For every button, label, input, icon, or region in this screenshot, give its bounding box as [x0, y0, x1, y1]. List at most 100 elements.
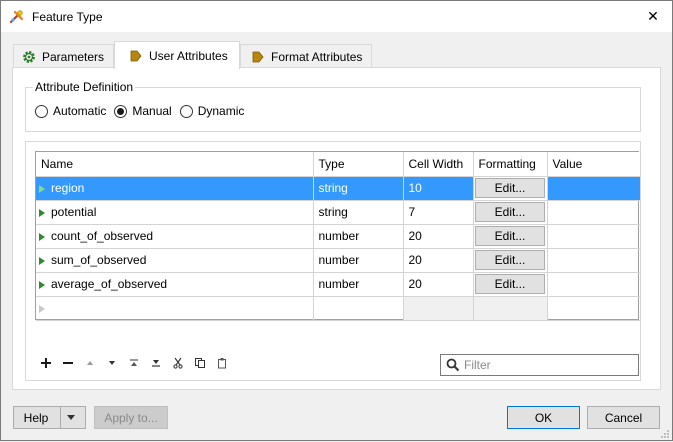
tab-format-attributes[interactable]: Format Attributes — [240, 44, 372, 68]
move-bottom-button[interactable] — [145, 354, 167, 372]
name-cell[interactable]: sum_of_observed — [36, 248, 314, 273]
name-cell[interactable]: potential — [36, 200, 314, 225]
tag-icon — [251, 50, 265, 64]
apply-to-button[interactable]: Apply to... — [94, 406, 168, 429]
value-cell[interactable] — [547, 176, 641, 201]
cut-button[interactable] — [167, 354, 189, 372]
formatting-cell: Edit... — [473, 272, 548, 297]
paste-icon — [218, 358, 226, 369]
table-row[interactable]: potential string 7 Edit... — [36, 200, 641, 225]
column-header-cell-width[interactable]: Cell Width — [403, 152, 474, 177]
radio-manual[interactable]: Manual — [114, 104, 172, 118]
radio-automatic[interactable]: Automatic — [35, 104, 106, 118]
cell-width-cell[interactable]: 20 — [403, 248, 474, 273]
window-title: Feature Type — [32, 10, 103, 24]
filter-box — [440, 354, 639, 376]
resize-grip-icon[interactable] — [660, 428, 670, 438]
row-marker-icon — [39, 184, 45, 193]
value-cell[interactable] — [547, 200, 641, 225]
radio-circle — [179, 104, 193, 118]
tab-label: User Attributes — [149, 48, 228, 63]
feature-type-app-icon — [9, 9, 25, 25]
formatting-cell: Edit... — [473, 200, 548, 225]
paste-button[interactable] — [211, 354, 233, 372]
table-row[interactable]: region string 10 Edit... — [36, 176, 641, 201]
type-cell[interactable]: number — [313, 224, 404, 249]
value-cell[interactable] — [547, 272, 641, 297]
radio-label: Dynamic — [197, 104, 245, 118]
add-row-button[interactable] — [35, 354, 57, 372]
type-cell[interactable] — [313, 296, 404, 321]
add-icon — [41, 358, 51, 368]
tab-label: Parameters — [42, 49, 105, 64]
name-cell[interactable]: average_of_observed — [36, 272, 314, 297]
remove-row-button[interactable] — [57, 354, 79, 372]
move-down-icon — [109, 361, 115, 365]
value-cell[interactable] — [547, 224, 641, 249]
title-bar: Feature Type ✕ — [1, 1, 672, 32]
tag-icon — [129, 49, 143, 63]
table-row[interactable]: average_of_observed number 20 Edit... — [36, 272, 641, 297]
type-cell[interactable]: number — [313, 248, 404, 273]
copy-button[interactable] — [189, 354, 211, 372]
close-button[interactable]: ✕ — [634, 1, 672, 32]
type-cell[interactable]: number — [313, 272, 404, 297]
radio-label: Automatic — [53, 104, 107, 118]
feature-type-dialog: Feature Type ✕ Parameters User Attribute… — [0, 0, 673, 441]
move-down-button[interactable] — [101, 354, 123, 372]
tab-parameters[interactable]: Parameters — [13, 44, 114, 68]
attributes-grid: Name Type Cell Width Formatting Value re… — [35, 151, 641, 321]
radio-circle-checked — [114, 104, 128, 118]
gear-icon — [22, 50, 36, 64]
value-cell[interactable] — [547, 248, 641, 273]
formatting-cell: Edit... — [473, 176, 548, 201]
name-cell[interactable] — [36, 296, 314, 321]
cell-width-cell[interactable]: 20 — [403, 272, 474, 297]
value-cell[interactable] — [547, 296, 641, 321]
tab-user-attributes[interactable]: User Attributes — [114, 41, 240, 69]
table-row[interactable]: count_of_observed number 20 Edit... — [36, 224, 641, 249]
table-row[interactable]: sum_of_observed number 20 Edit... — [36, 248, 641, 273]
ok-button[interactable]: OK — [507, 406, 580, 429]
edit-formatting-button[interactable]: Edit... — [475, 226, 545, 246]
help-label: Help — [23, 410, 49, 425]
tab-label: Format Attributes — [271, 49, 363, 64]
filter-input[interactable] — [460, 356, 630, 374]
copy-icon — [195, 358, 205, 368]
cancel-button[interactable]: Cancel — [587, 406, 660, 429]
formatting-cell: Edit... — [473, 224, 548, 249]
cell-width-cell — [403, 296, 474, 321]
edit-formatting-button[interactable]: Edit... — [475, 178, 545, 198]
formatting-cell — [473, 296, 548, 321]
cell-width-cell[interactable]: 20 — [403, 224, 474, 249]
name-cell[interactable]: count_of_observed — [36, 224, 314, 249]
move-up-button[interactable] — [79, 354, 101, 372]
cell-width-cell[interactable]: 7 — [403, 200, 474, 225]
row-marker-icon — [39, 256, 45, 265]
edit-formatting-button[interactable]: Edit... — [475, 202, 545, 222]
search-icon — [446, 358, 460, 372]
name-cell[interactable]: region — [36, 176, 314, 201]
new-row[interactable] — [36, 296, 641, 321]
help-button[interactable]: Help — [13, 406, 86, 429]
move-top-button[interactable] — [123, 354, 145, 372]
radio-dynamic[interactable]: Dynamic — [179, 104, 245, 118]
column-header-type[interactable]: Type — [313, 152, 404, 177]
grid-header-row: Name Type Cell Width Formatting Value — [36, 152, 641, 177]
cell-width-cell[interactable]: 10 — [403, 176, 474, 201]
attributes-table-area: Name Type Cell Width Formatting Value re… — [25, 141, 641, 381]
radio-circle — [35, 104, 48, 118]
edit-formatting-button[interactable]: Edit... — [475, 274, 545, 294]
move-bottom-icon — [152, 360, 160, 367]
type-cell[interactable]: string — [313, 176, 404, 201]
edit-formatting-button[interactable]: Edit... — [475, 250, 545, 270]
new-row-marker-icon — [39, 304, 45, 313]
column-header-value[interactable]: Value — [547, 152, 641, 177]
row-toolbar — [35, 354, 233, 372]
radio-label: Manual — [132, 104, 172, 118]
type-cell[interactable]: string — [313, 200, 404, 225]
column-header-name[interactable]: Name — [36, 152, 314, 177]
column-header-formatting[interactable]: Formatting — [473, 152, 548, 177]
formatting-cell: Edit... — [473, 248, 548, 273]
chevron-down-icon[interactable] — [67, 415, 76, 420]
